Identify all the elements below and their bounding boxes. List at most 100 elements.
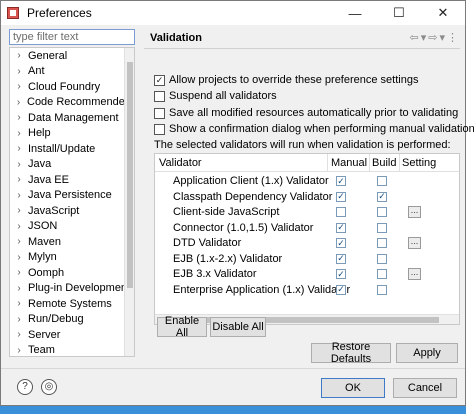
tree-item[interactable]: › Server: [10, 327, 134, 343]
expand-chevron-icon[interactable]: ›: [10, 50, 28, 61]
disable-all-button[interactable]: Disable All: [210, 317, 266, 337]
build-checkbox[interactable]: ✓: [377, 191, 387, 202]
tree-item-label: Install/Update: [28, 142, 96, 155]
manual-checkbox[interactable]: ✓: [336, 269, 346, 279]
expand-chevron-icon[interactable]: ›: [10, 97, 27, 108]
build-checkbox[interactable]: [377, 253, 387, 264]
ok-button[interactable]: OK: [321, 378, 385, 398]
expand-chevron-icon[interactable]: ›: [10, 128, 28, 139]
expand-chevron-icon[interactable]: ›: [10, 81, 28, 92]
validator-row[interactable]: Connector (1.0,1.5) Validator ✓: [155, 221, 459, 237]
option-row[interactable]: Save all modified resources automaticall…: [154, 107, 458, 119]
help-icon[interactable]: ?: [17, 379, 33, 395]
build-checkbox[interactable]: [377, 269, 387, 279]
validator-settings-button[interactable]: …: [408, 268, 421, 280]
validator-settings-button[interactable]: …: [408, 237, 421, 249]
manual-checkbox[interactable]: ✓: [336, 222, 346, 233]
build-checkbox[interactable]: [377, 238, 387, 248]
validator-row[interactable]: DTD Validator ✓…: [155, 236, 459, 252]
manual-checkbox[interactable]: [336, 207, 346, 217]
tree-item[interactable]: › JSON: [10, 219, 134, 235]
apply-button[interactable]: Apply: [396, 343, 458, 363]
tree-item[interactable]: › Help: [10, 126, 134, 142]
option-row[interactable]: Suspend all validators: [154, 90, 277, 102]
build-checkbox[interactable]: [377, 207, 387, 217]
tree-scrollbar-thumb[interactable]: [127, 62, 133, 288]
tree-item[interactable]: › Team: [10, 343, 134, 356]
forward-arrow-icon[interactable]: ⇨: [428, 31, 437, 44]
restore-defaults-button[interactable]: Restore Defaults: [311, 341, 391, 365]
tree-item[interactable]: › Ant: [10, 64, 134, 80]
expand-chevron-icon[interactable]: ›: [10, 159, 28, 170]
back-arrow-icon[interactable]: ⇦: [410, 31, 419, 44]
validator-row[interactable]: EJB 3.x Validator ✓…: [155, 267, 459, 283]
view-menu-icon[interactable]: ⋮: [447, 31, 458, 44]
expand-chevron-icon[interactable]: ›: [10, 205, 28, 216]
forward-menu-chevron-icon[interactable]: ▾: [439, 31, 445, 44]
option-checkbox[interactable]: [154, 107, 165, 119]
option-row[interactable]: Show a confirmation dialog when performi…: [154, 123, 474, 135]
tree-item[interactable]: › JavaScript: [10, 203, 134, 219]
option-checkbox[interactable]: [154, 123, 165, 135]
filter-input[interactable]: [9, 29, 135, 45]
column-header-manual[interactable]: Manual: [331, 157, 367, 169]
expand-chevron-icon[interactable]: ›: [10, 112, 28, 123]
expand-chevron-icon[interactable]: ›: [10, 190, 28, 201]
expand-chevron-icon[interactable]: ›: [10, 236, 28, 247]
manual-checkbox[interactable]: ✓: [336, 191, 346, 202]
close-button[interactable]: ✕: [421, 1, 465, 25]
build-checkbox[interactable]: [377, 284, 387, 295]
validator-row[interactable]: EJB (1.x-2.x) Validator ✓: [155, 252, 459, 268]
validator-row[interactable]: Application Client (1.x) Validator ✓: [155, 174, 459, 190]
tree-item[interactable]: › Cloud Foundry: [10, 79, 134, 95]
manual-checkbox[interactable]: ✓: [336, 284, 346, 295]
tree-item[interactable]: › Run/Debug: [10, 312, 134, 328]
import-export-icon[interactable]: ◎: [41, 379, 57, 395]
expand-chevron-icon[interactable]: ›: [10, 174, 28, 185]
expand-chevron-icon[interactable]: ›: [10, 314, 28, 325]
expand-chevron-icon[interactable]: ›: [10, 143, 28, 154]
column-header-settings[interactable]: Setting: [402, 157, 436, 169]
manual-checkbox[interactable]: ✓: [336, 253, 346, 264]
column-header-build[interactable]: Build: [372, 157, 396, 169]
tree-item[interactable]: › Plug-in Development: [10, 281, 134, 297]
manual-checkbox[interactable]: ✓: [336, 238, 346, 248]
column-header-validator[interactable]: Validator: [159, 157, 202, 169]
option-checkbox[interactable]: [154, 90, 165, 102]
expand-chevron-icon[interactable]: ›: [10, 66, 28, 77]
validator-row[interactable]: Enterprise Application (1.x) Validator ✓: [155, 283, 459, 299]
option-row[interactable]: ✓ Allow projects to override these prefer…: [154, 74, 418, 86]
tree-item[interactable]: › Java Persistence: [10, 188, 134, 204]
tree-item[interactable]: › Java EE: [10, 172, 134, 188]
maximize-button[interactable]: ☐: [377, 1, 421, 25]
tree-item[interactable]: › Install/Update: [10, 141, 134, 157]
tree-item[interactable]: › Code Recommenders: [10, 95, 134, 111]
cancel-button[interactable]: Cancel: [393, 378, 457, 398]
build-checkbox[interactable]: [377, 176, 387, 186]
expand-chevron-icon[interactable]: ›: [10, 298, 28, 309]
expand-chevron-icon[interactable]: ›: [10, 345, 28, 356]
expand-chevron-icon[interactable]: ›: [10, 267, 28, 278]
manual-checkbox[interactable]: ✓: [336, 176, 346, 186]
tree-scrollbar[interactable]: [124, 48, 134, 356]
tree-item[interactable]: › Data Management: [10, 110, 134, 126]
tree-item[interactable]: › Remote Systems: [10, 296, 134, 312]
app-icon: [7, 7, 19, 19]
expand-chevron-icon[interactable]: ›: [10, 329, 28, 340]
tree-item[interactable]: › General: [10, 48, 134, 64]
minimize-button[interactable]: —: [333, 1, 377, 25]
build-checkbox[interactable]: [377, 222, 387, 233]
expand-chevron-icon[interactable]: ›: [10, 221, 28, 232]
enable-all-button[interactable]: Enable All: [157, 315, 207, 339]
validator-row[interactable]: Client-side JavaScript…: [155, 205, 459, 221]
tree-item[interactable]: › Mylyn: [10, 250, 134, 266]
tree-item[interactable]: › Maven: [10, 234, 134, 250]
tree-item[interactable]: › Oomph: [10, 265, 134, 281]
validator-row[interactable]: Classpath Dependency Validator ✓ ✓: [155, 190, 459, 206]
back-menu-chevron-icon[interactable]: ▾: [421, 31, 427, 44]
option-checkbox[interactable]: ✓: [154, 74, 165, 86]
tree-item[interactable]: › Java: [10, 157, 134, 173]
expand-chevron-icon[interactable]: ›: [10, 283, 28, 294]
validator-settings-button[interactable]: …: [408, 206, 421, 218]
expand-chevron-icon[interactable]: ›: [10, 252, 28, 263]
